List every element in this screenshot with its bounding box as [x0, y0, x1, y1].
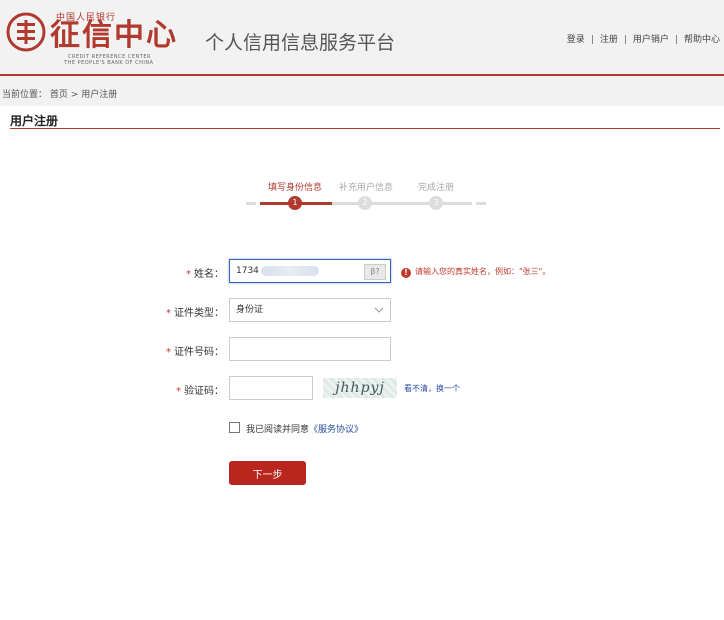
- site-header: 中国人民银行 征信中心 CREDIT REFERENCE CENTER THE …: [0, 0, 724, 76]
- breadcrumb: 当前位置： 首页 > 用户注册: [0, 76, 724, 106]
- breadcrumb-home-link[interactable]: 首页: [50, 90, 68, 100]
- credit-center-logo[interactable]: 中国人民银行 征信中心 CREDIT REFERENCE CENTER THE …: [6, 6, 176, 66]
- next-step-button[interactable]: 下一步: [229, 461, 306, 485]
- breadcrumb-current: 用户注册: [81, 90, 118, 100]
- id-type-label: * 证件类型：: [166, 308, 224, 319]
- id-type-select[interactable]: 身份证: [229, 298, 391, 322]
- register-link[interactable]: 注册: [600, 35, 618, 45]
- id-number-input[interactable]: [229, 337, 391, 361]
- agree-text: 我已阅读并同意: [246, 425, 310, 435]
- required-mark: *: [166, 308, 171, 319]
- breadcrumb-arrow: >: [70, 90, 79, 100]
- name-error-text: 请输入您的真实姓名，例如："张三"。: [415, 267, 551, 276]
- captcha-label: * 验证码：: [176, 386, 224, 397]
- step-1-label: 填写身份信息: [268, 183, 323, 193]
- name-error-tip: ! 请输入您的真实姓名，例如："张三"。: [401, 266, 550, 278]
- step-track-start: [246, 202, 256, 205]
- login-link[interactable]: 登录: [567, 35, 585, 45]
- error-icon: !: [401, 268, 411, 278]
- name-label: * 姓名：: [186, 269, 224, 280]
- link-separator: |: [590, 35, 594, 45]
- service-agreement-link[interactable]: 《服务协议》: [309, 425, 363, 435]
- page-title: 用户注册: [10, 114, 59, 128]
- step-1-dot: 1: [288, 196, 302, 210]
- required-mark: *: [166, 347, 171, 358]
- title-divider: [10, 128, 720, 129]
- step-2-label: 补充用户信息: [339, 183, 394, 193]
- step-3-dot: 3: [429, 196, 443, 210]
- registration-steps: 填写身份信息 补充用户信息 完成注册 1 2 3: [246, 178, 486, 214]
- logo-english-line2: THE PEOPLE'S BANK OF CHINA: [64, 60, 154, 66]
- name-input[interactable]: 1734 β?: [229, 259, 391, 283]
- id-number-label: * 证件号码：: [166, 347, 224, 358]
- redacted-text: [260, 265, 319, 276]
- required-mark: *: [176, 386, 181, 397]
- help-center-link[interactable]: 帮助中心: [684, 35, 720, 45]
- captcha-row: * 验证码： jhhpyj 看不清，换一个: [0, 376, 724, 402]
- agreement: 我已阅读并同意《服务协议》: [229, 422, 363, 435]
- keyboard-icon[interactable]: β?: [364, 264, 386, 280]
- step-3-label: 完成注册: [418, 183, 455, 193]
- id-type-selected-value: 身份证: [236, 305, 264, 315]
- link-separator: |: [674, 35, 678, 45]
- step-track-rest: [332, 202, 472, 205]
- logo-main-text: 征信中心: [50, 18, 178, 53]
- deregister-link[interactable]: 用户销户: [633, 35, 669, 45]
- name-input-value: 1734: [236, 266, 259, 276]
- captcha-image[interactable]: jhhpyj: [323, 378, 397, 398]
- refresh-captcha-link[interactable]: 看不清，换一个: [404, 383, 460, 394]
- top-links: 登录 | 注册 | 用户销户 | 帮助中心: [567, 32, 720, 45]
- link-separator: |: [623, 35, 627, 45]
- site-title: 个人信用信息服务平台: [205, 32, 396, 54]
- step-track-end: [476, 202, 486, 205]
- id-number-row: * 证件号码：: [0, 337, 724, 363]
- id-type-row: * 证件类型： 身份证: [0, 298, 724, 324]
- breadcrumb-prefix: 当前位置：: [2, 90, 48, 100]
- chevron-down-icon: [374, 307, 384, 313]
- agree-checkbox[interactable]: [229, 422, 240, 433]
- step-2-dot: 2: [358, 196, 372, 210]
- required-mark: *: [186, 269, 191, 280]
- captcha-input[interactable]: [229, 376, 313, 400]
- name-row: * 姓名： 1734 β? ! 请输入您的真实姓名，例如："张三"。: [0, 259, 724, 285]
- logo-seal-icon: [6, 12, 46, 52]
